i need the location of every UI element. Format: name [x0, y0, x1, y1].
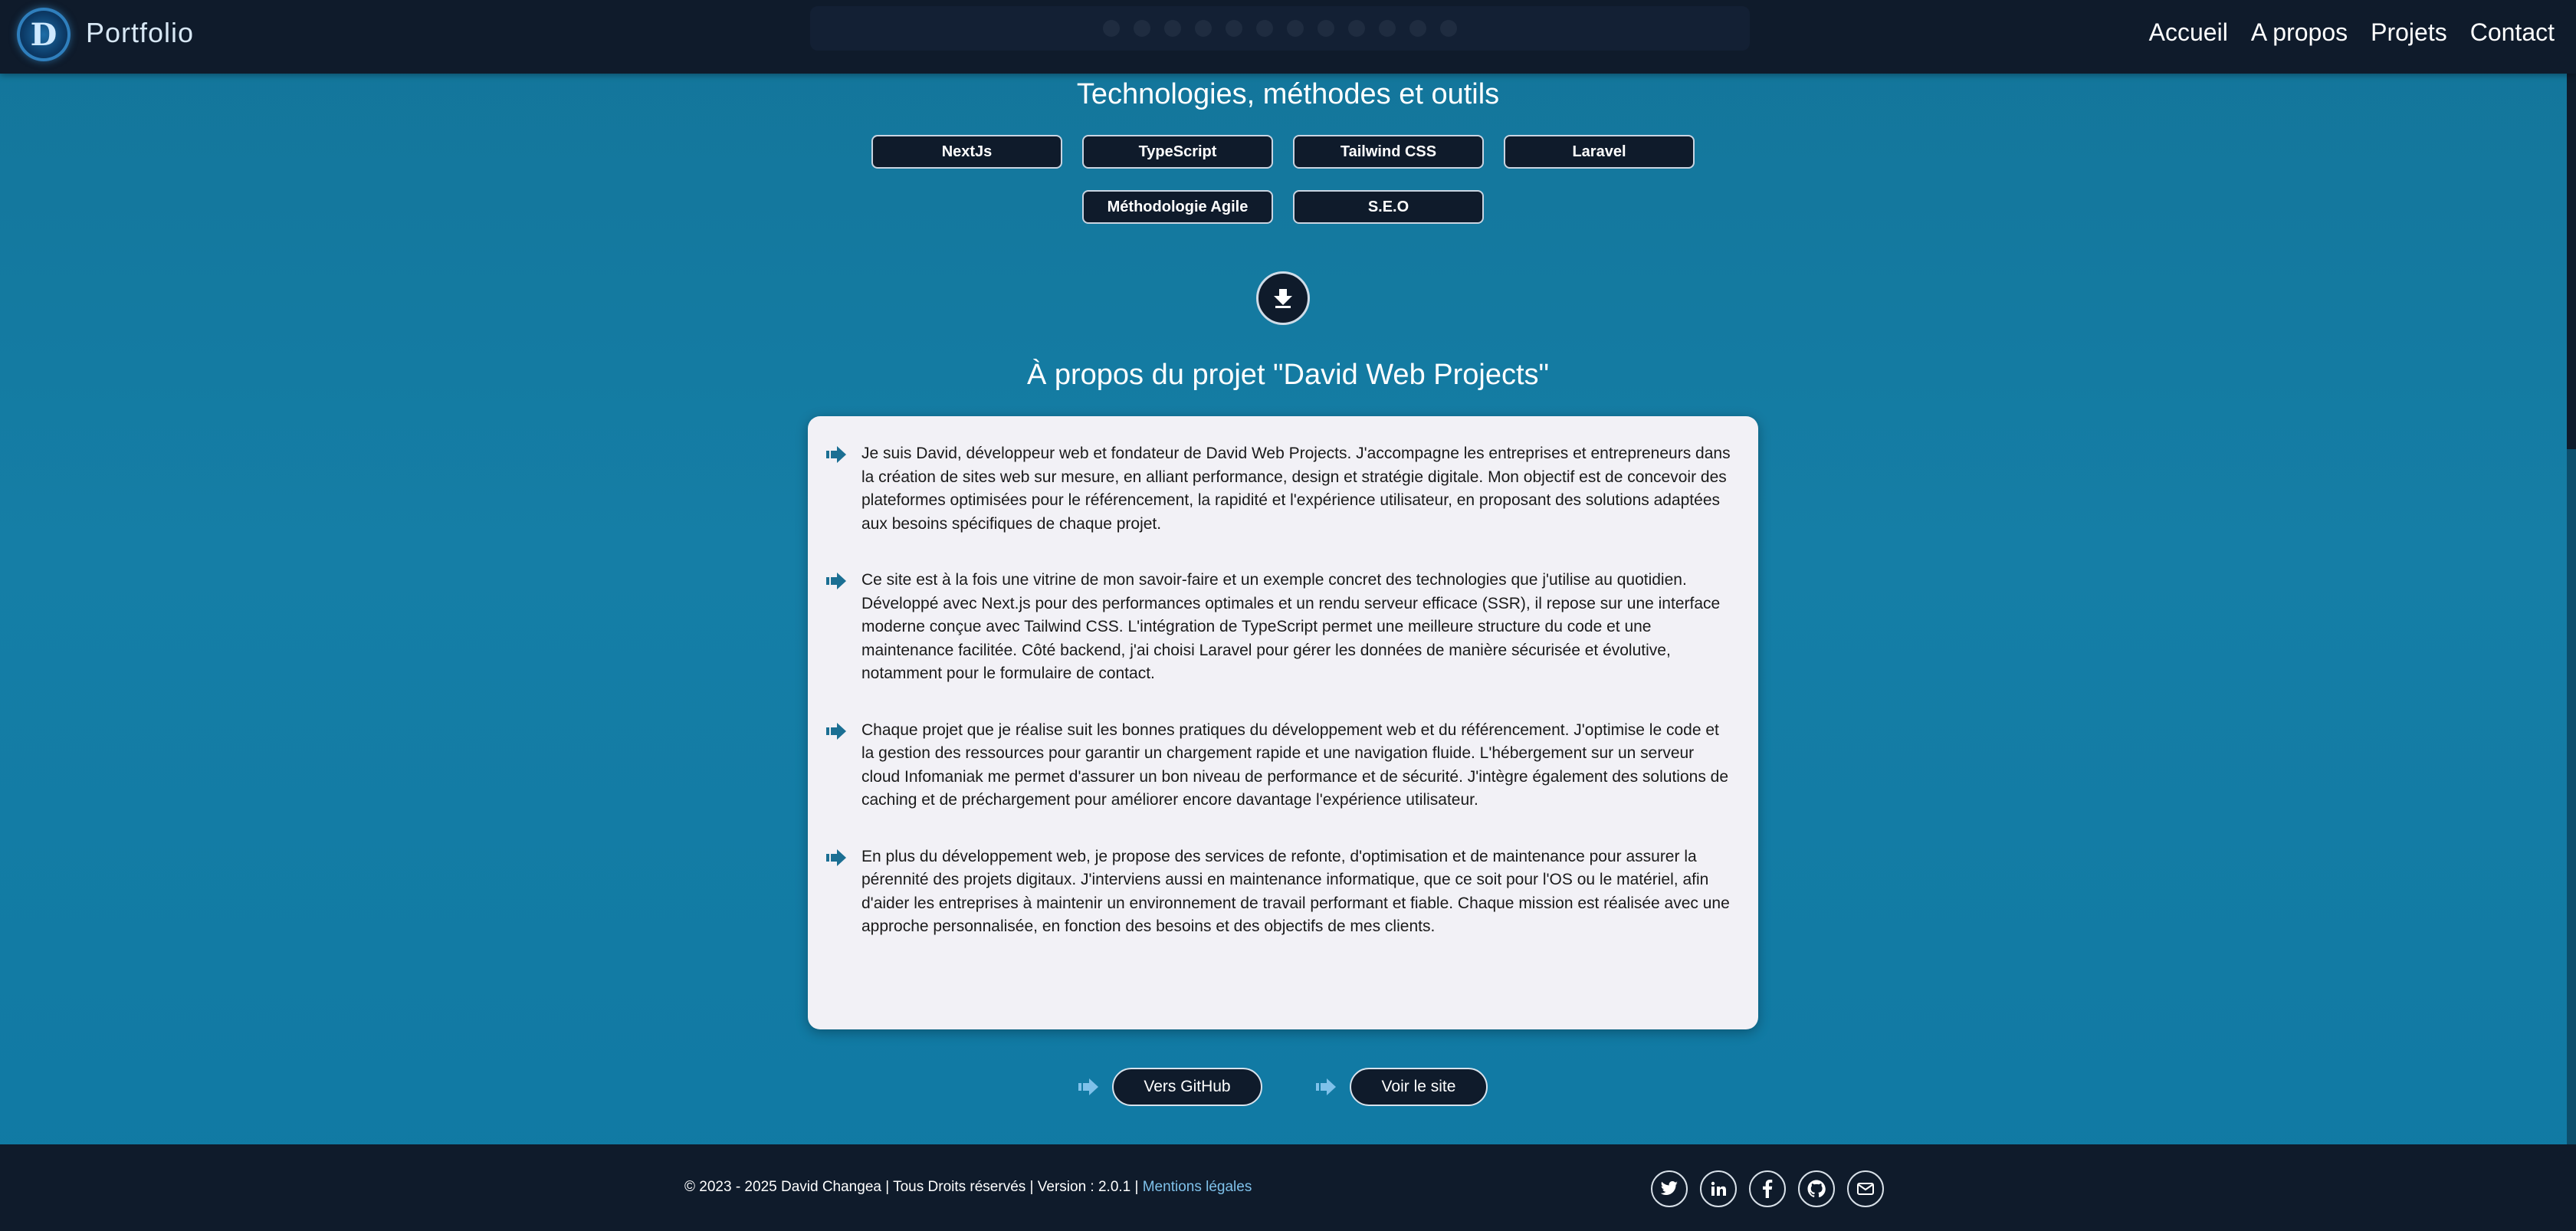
tech-chip-tailwind: Tailwind CSS	[1293, 135, 1484, 169]
about-paragraph-text: Chaque projet que je réalise suit les bo…	[861, 721, 1729, 809]
about-paragraph-text: En plus du développement web, je propose…	[861, 847, 1730, 936]
carousel-dot[interactable]	[1164, 20, 1181, 37]
about-card: Je suis David, développeur web et fondat…	[808, 416, 1758, 1029]
tech-chip-nextjs: NextJs	[871, 135, 1062, 169]
github-link-row: Vers GitHub	[1078, 1068, 1262, 1106]
scrollbar-thumb[interactable]	[2567, 74, 2576, 449]
linkedin-icon[interactable]	[1700, 1170, 1737, 1207]
arrow-down-icon	[1274, 289, 1292, 308]
arrow-right-icon	[826, 719, 846, 812]
carousel-dot[interactable]	[1440, 20, 1457, 37]
tech-chip-laravel: Laravel	[1504, 135, 1695, 169]
carousel-dot[interactable]	[1287, 20, 1304, 37]
github-icon[interactable]	[1798, 1170, 1835, 1207]
visit-site-button[interactable]: Voir le site	[1350, 1068, 1488, 1106]
arrow-right-icon	[1078, 1078, 1098, 1095]
nav-accueil[interactable]: Accueil	[2149, 18, 2228, 47]
copyright-text: © 2023 - 2025 David Changea | Tous Droit…	[684, 1179, 1139, 1195]
arrow-right-icon	[826, 442, 846, 536]
about-paragraph-text: Ce site est à la fois une vitrine de mon…	[861, 571, 1721, 682]
carousel-dot[interactable]	[1256, 20, 1273, 37]
social-links	[1651, 1170, 1884, 1207]
scroll-down-button[interactable]	[1256, 271, 1310, 325]
top-navbar: D Portfolio Accueil A propos Projets Con…	[0, 0, 2576, 74]
carousel-dot[interactable]	[1379, 20, 1396, 37]
carousel-dot[interactable]	[1134, 20, 1150, 37]
about-paragraph: Je suis David, développeur web et fondat…	[826, 442, 1735, 536]
about-paragraph: En plus du développement web, je propose…	[826, 845, 1735, 939]
about-paragraph: Chaque projet que je réalise suit les bo…	[826, 719, 1735, 812]
mail-icon[interactable]	[1847, 1170, 1884, 1207]
nav-projets[interactable]: Projets	[2371, 18, 2447, 47]
site-link-row: Voir le site	[1316, 1068, 1488, 1106]
arrow-right-icon	[1316, 1078, 1336, 1095]
logo-letter: D	[30, 16, 57, 53]
tech-chip-seo: S.E.O	[1293, 190, 1484, 224]
tech-chip-typescript: TypeScript	[1082, 135, 1273, 169]
twitter-icon[interactable]	[1651, 1170, 1688, 1207]
legal-link[interactable]: Mentions légales	[1143, 1179, 1252, 1195]
tech-chip-agile: Méthodologie Agile	[1082, 190, 1273, 224]
logo-icon[interactable]: D	[17, 8, 71, 61]
carousel-dot[interactable]	[1409, 20, 1426, 37]
arrow-right-icon	[826, 569, 846, 686]
nav-a-propos[interactable]: A propos	[2251, 18, 2348, 47]
facebook-icon[interactable]	[1749, 1170, 1786, 1207]
arrow-right-icon	[826, 845, 846, 939]
tech-section-title: Technologies, méthodes et outils	[1076, 78, 1500, 110]
carousel-dot[interactable]	[1348, 20, 1365, 37]
footer-copyright: © 2023 - 2025 David Changea | Tous Droit…	[684, 1179, 1252, 1196]
about-paragraph: Ce site est à la fois une vitrine de mon…	[826, 569, 1735, 686]
carousel-dot[interactable]	[1195, 20, 1212, 37]
about-paragraph-text: Je suis David, développeur web et fondat…	[861, 445, 1731, 533]
carousel-dot[interactable]	[1103, 20, 1120, 37]
carousel-dot[interactable]	[1318, 20, 1334, 37]
main-nav: Accueil A propos Projets Contact	[2149, 18, 2576, 47]
about-section-title: À propos du projet "David Web Projects"	[1026, 359, 1550, 391]
github-button[interactable]: Vers GitHub	[1112, 1068, 1262, 1106]
footer	[0, 1144, 2576, 1231]
carousel-dots	[810, 6, 1750, 51]
nav-contact[interactable]: Contact	[2470, 18, 2555, 47]
brand-title[interactable]: Portfolio	[86, 17, 194, 49]
carousel-dot[interactable]	[1226, 20, 1242, 37]
